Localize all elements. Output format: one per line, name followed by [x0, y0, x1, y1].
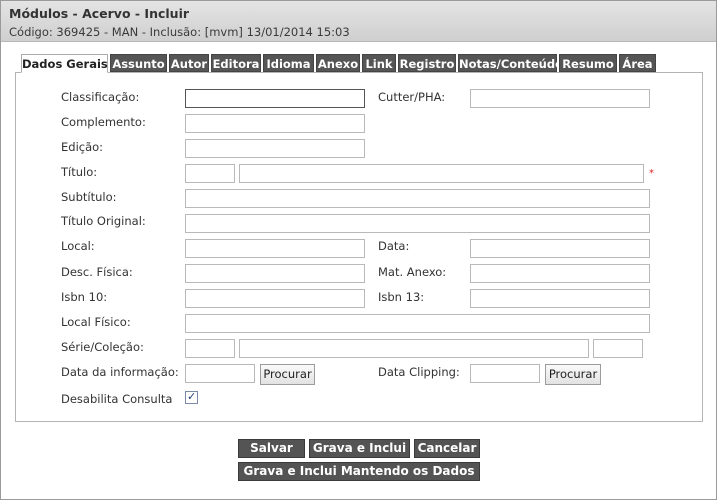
desc-fisica-label: Desc. Física: — [61, 265, 133, 279]
tab-registro[interactable]: Registro — [398, 54, 456, 72]
serie-volume-field[interactable] — [593, 339, 643, 358]
local-fisico-label: Local Físico: — [61, 315, 131, 329]
page-title: Módulos - Acervo - Incluir — [9, 6, 190, 21]
subtitulo-label: Subtítulo: — [61, 190, 117, 204]
tab-area[interactable]: Área — [619, 54, 656, 72]
tab-resumo[interactable]: Resumo — [559, 54, 617, 72]
local-field[interactable] — [185, 239, 365, 258]
tab-link[interactable]: Link — [362, 54, 396, 72]
mat-anexo-field[interactable] — [470, 264, 650, 283]
edicao-field[interactable] — [185, 139, 365, 158]
tab-assunto[interactable]: Assunto — [110, 54, 167, 72]
titulo-original-field[interactable] — [185, 214, 650, 233]
record-info: Código: 369425 - MAN - Inclusão: [mvm] 1… — [9, 25, 350, 39]
data-label: Data: — [378, 239, 410, 253]
titulo-field[interactable] — [239, 164, 644, 183]
titulo-label: Título: — [61, 165, 98, 179]
procurar-data-clipping-button[interactable]: Procurar — [545, 364, 601, 385]
data-field[interactable] — [470, 239, 650, 258]
subtitulo-field[interactable] — [185, 189, 650, 208]
data-clipping-field[interactable] — [470, 364, 540, 383]
classificacao-label: Classificação: — [61, 90, 140, 104]
tab-editora[interactable]: Editora — [211, 54, 261, 72]
cutter-label: Cutter/PHA: — [378, 90, 446, 104]
data-informacao-field[interactable] — [185, 364, 255, 383]
isbn13-label: Isbn 13: — [378, 290, 425, 304]
salvar-button[interactable]: Salvar — [238, 439, 305, 458]
data-informacao-label: Data da informação: — [61, 365, 179, 379]
tab-anexo[interactable]: Anexo — [316, 54, 360, 72]
serie-colecao-field[interactable] — [239, 339, 589, 358]
serie-colecao-label: Série/Coleção: — [61, 340, 144, 354]
cancelar-button[interactable]: Cancelar — [414, 439, 480, 458]
isbn13-field[interactable] — [470, 289, 650, 308]
header: Módulos - Acervo - Incluir Código: 36942… — [1, 1, 716, 42]
cutter-field[interactable] — [470, 89, 650, 108]
desabilita-consulta-label: Desabilita Consulta — [61, 392, 173, 406]
classificacao-field[interactable] — [185, 89, 365, 108]
local-fisico-field[interactable] — [185, 314, 650, 333]
tab-idioma[interactable]: Idioma — [263, 54, 314, 72]
isbn10-field[interactable] — [185, 289, 365, 308]
tab-autor[interactable]: Autor — [169, 54, 209, 72]
desc-fisica-field[interactable] — [185, 264, 365, 283]
titulo-article-field[interactable] — [185, 164, 235, 183]
isbn10-label: Isbn 10: — [61, 290, 108, 304]
edicao-label: Edição: — [61, 140, 104, 154]
tab-notas-conteudo[interactable]: Notas/Conteúdo — [458, 54, 563, 72]
mat-anexo-label: Mat. Anexo: — [378, 265, 447, 279]
local-label: Local: — [61, 239, 95, 253]
required-mark: * — [649, 168, 654, 179]
complemento-label: Complemento: — [61, 115, 146, 129]
titulo-original-label: Título Original: — [61, 214, 146, 228]
grava-inclui-button[interactable]: Grava e Inclui — [309, 439, 410, 458]
window: Módulos - Acervo - Incluir Código: 36942… — [0, 0, 717, 500]
procurar-data-informacao-button[interactable]: Procurar — [260, 364, 315, 385]
grava-inclui-mantendo-button[interactable]: Grava e Inclui Mantendo os Dados — [238, 462, 480, 481]
complemento-field[interactable] — [185, 114, 365, 133]
data-clipping-label: Data Clipping: — [378, 365, 460, 379]
desabilita-consulta-checkbox[interactable] — [185, 390, 198, 404]
serie-code-field[interactable] — [185, 339, 235, 358]
tab-dados-gerais[interactable]: Dados Gerais — [21, 54, 108, 73]
